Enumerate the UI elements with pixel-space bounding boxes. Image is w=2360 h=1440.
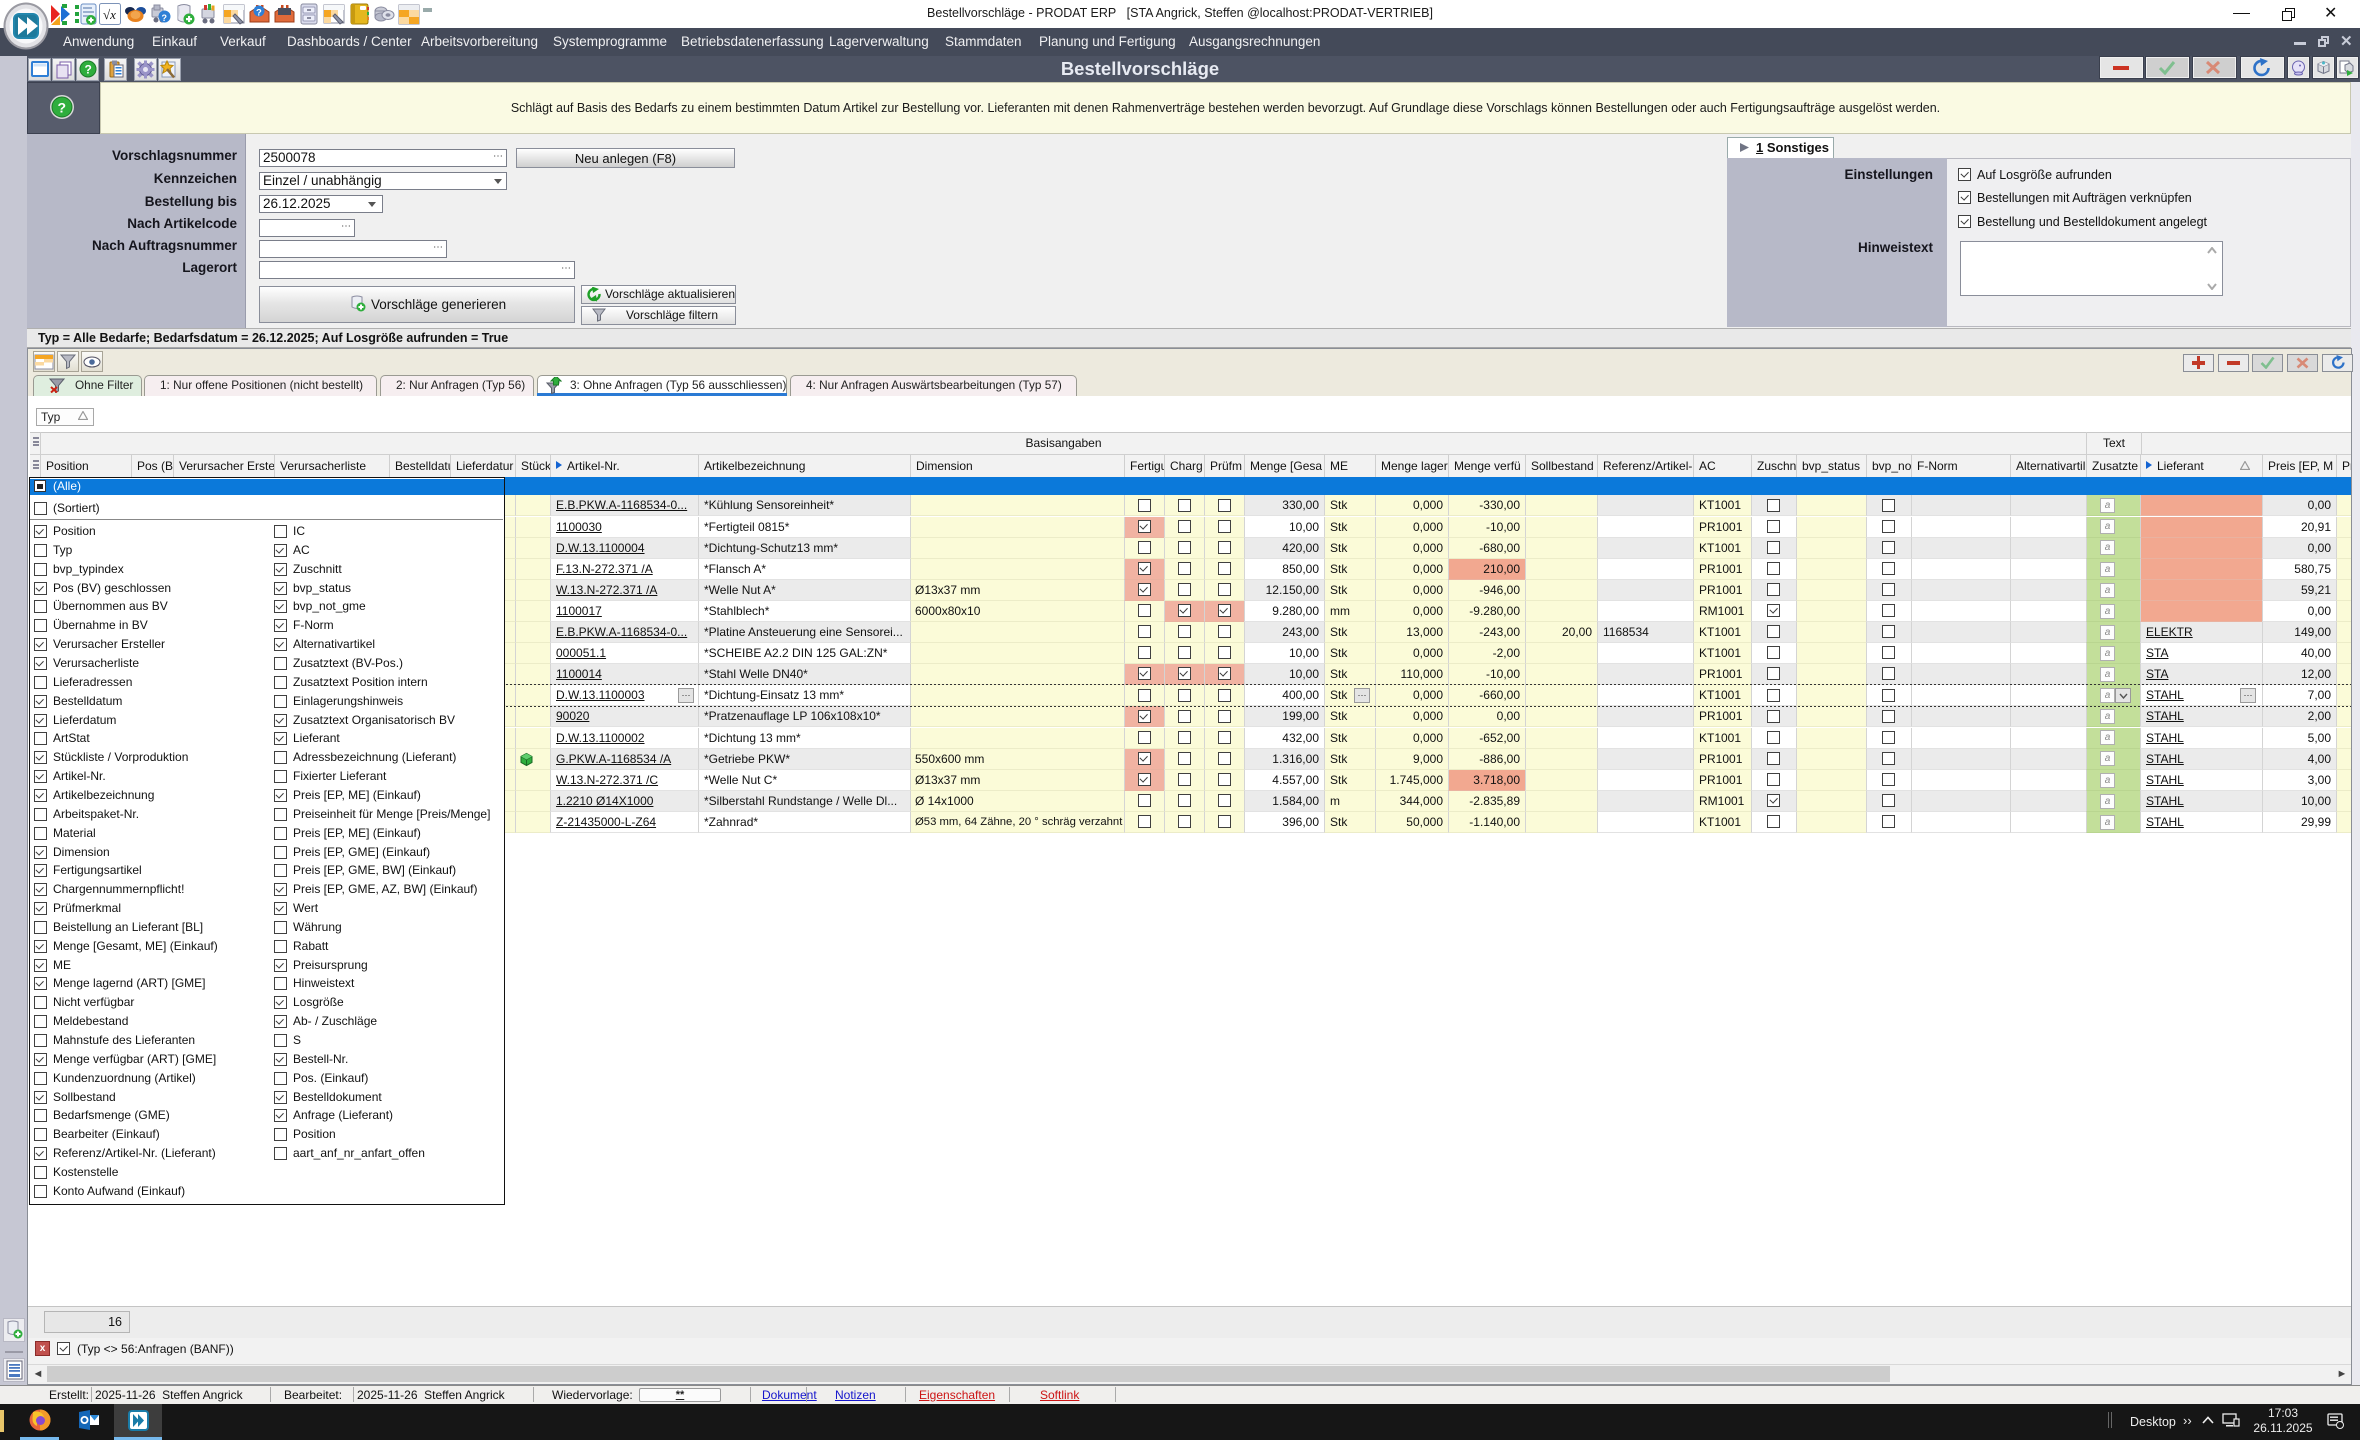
svg-text:√x: √x bbox=[103, 7, 116, 22]
svg-text:?: ? bbox=[256, 8, 262, 19]
svg-text:?: ? bbox=[85, 62, 92, 76]
svg-text:?: ? bbox=[58, 100, 67, 116]
svg-text:?: ? bbox=[161, 13, 167, 23]
